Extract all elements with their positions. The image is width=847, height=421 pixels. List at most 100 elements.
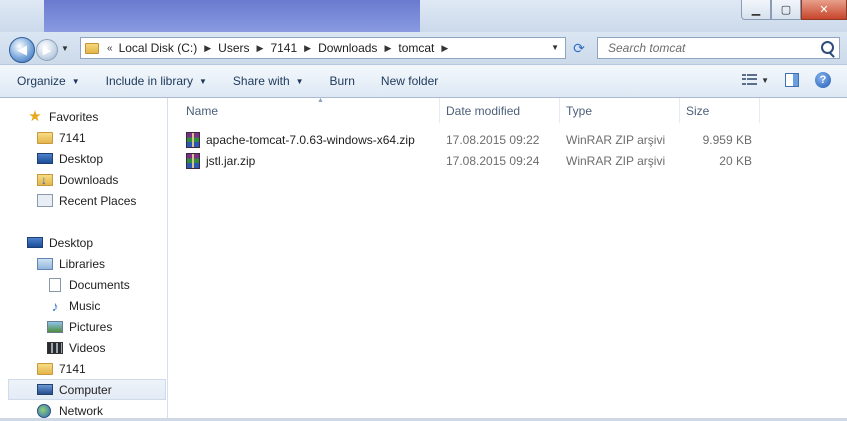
back-button[interactable]: ◀ bbox=[9, 37, 35, 63]
forward-button[interactable]: ▶ bbox=[36, 39, 58, 61]
new-folder-button[interactable]: New folder bbox=[372, 70, 447, 92]
chevron-down-icon: ▼ bbox=[295, 76, 304, 86]
nav-item-7141-root[interactable]: 7141 bbox=[37, 358, 166, 379]
refresh-icon[interactable]: ⟳ bbox=[568, 37, 590, 59]
search-input[interactable] bbox=[606, 40, 820, 56]
close-button[interactable]: ✕ bbox=[801, 0, 847, 20]
share-with-button[interactable]: Share with ▼ bbox=[224, 70, 313, 92]
nav-item-recent-places[interactable]: Recent Places bbox=[37, 190, 166, 211]
chevron-right-icon[interactable]: ▶ bbox=[257, 43, 264, 54]
file-name-cell[interactable]: jstl.jar.zip bbox=[186, 151, 255, 171]
pictures-icon bbox=[47, 320, 63, 333]
nav-item-label: Favorites bbox=[49, 109, 99, 124]
share-with-label: Share with bbox=[232, 74, 290, 88]
nav-item-downloads[interactable]: Downloads bbox=[37, 169, 166, 190]
file-size: 9.959 KB bbox=[702, 133, 752, 147]
nav-item-videos[interactable]: Videos bbox=[47, 337, 166, 358]
nav-item-7141[interactable]: 7141 bbox=[37, 127, 166, 148]
include-in-library-button[interactable]: Include in library ▼ bbox=[97, 70, 216, 92]
organize-label: Organize bbox=[17, 74, 66, 88]
search-box[interactable] bbox=[597, 37, 840, 59]
caption-buttons: ▁ ▢ ✕ bbox=[741, 0, 847, 20]
nav-item-label: Desktop bbox=[49, 235, 94, 250]
view-icon[interactable] bbox=[742, 74, 758, 86]
chevron-right-icon[interactable]: ▶ bbox=[384, 43, 391, 54]
breadcrumb-label[interactable]: tomcat bbox=[398, 41, 434, 55]
breadcrumb-label[interactable]: 7141 bbox=[270, 41, 297, 55]
title-bar: ▁ ▢ ✕ bbox=[0, 0, 847, 32]
star-icon: ★ bbox=[28, 107, 42, 125]
view-dropdown-icon[interactable]: ▼ bbox=[761, 76, 769, 85]
breadcrumb-label[interactable]: Downloads bbox=[318, 41, 377, 55]
breadcrumb-item[interactable]: Users ▶ bbox=[218, 41, 270, 55]
nav-item-label: Downloads bbox=[59, 172, 119, 187]
nav-item-label: Recent Places bbox=[59, 193, 137, 208]
file-row[interactable]: jstl.jar.zip 17.08.2015 09:24 WinRAR ZIP… bbox=[180, 151, 780, 171]
recent-pages-dropdown[interactable]: ▼ bbox=[61, 44, 69, 53]
nav-item-label: Desktop bbox=[59, 151, 104, 166]
nav-item-label: 7141 bbox=[59, 361, 86, 376]
nav-item-desktop[interactable]: Desktop bbox=[37, 148, 166, 169]
column-header-date-modified[interactable]: Date modified bbox=[440, 98, 560, 123]
downloads-icon bbox=[37, 173, 53, 187]
nav-item-desktop-root[interactable]: Desktop bbox=[27, 232, 166, 253]
breadcrumb-item[interactable]: 7141 ▶ bbox=[270, 41, 318, 55]
breadcrumb-label[interactable]: Users bbox=[218, 41, 249, 55]
file-row[interactable]: apache-tomcat-7.0.63-windows-x64.zip 17.… bbox=[180, 130, 780, 150]
nav-item-label: Pictures bbox=[69, 319, 113, 334]
toolbar-right: ▼ ? bbox=[742, 72, 831, 88]
file-name: jstl.jar.zip bbox=[206, 154, 256, 168]
breadcrumb-overflow[interactable]: « bbox=[107, 43, 113, 54]
file-name: apache-tomcat-7.0.63-windows-x64.zip bbox=[206, 133, 415, 147]
burn-button[interactable]: Burn bbox=[321, 70, 364, 92]
nav-item-favorites[interactable]: ★ Favorites bbox=[27, 106, 166, 127]
documents-icon bbox=[49, 277, 61, 292]
nav-item-label: Network bbox=[59, 403, 104, 418]
nav-item-label: Videos bbox=[69, 340, 106, 355]
nav-item-pictures[interactable]: Pictures bbox=[47, 316, 166, 337]
address-bar[interactable]: « Local Disk (C:) ▶ Users ▶ 7141 ▶ Download… bbox=[80, 37, 566, 59]
chevron-right-icon[interactable]: ▶ bbox=[204, 43, 211, 54]
breadcrumb-item[interactable]: Downloads ▶ bbox=[318, 41, 398, 55]
nav-item-label: 7141 bbox=[59, 130, 86, 145]
chevron-right-icon[interactable]: ▶ bbox=[441, 43, 448, 54]
breadcrumb-label[interactable]: Local Disk (C:) bbox=[119, 41, 198, 55]
file-date: 17.08.2015 09:24 bbox=[446, 154, 540, 168]
nav-item-documents[interactable]: Documents bbox=[47, 274, 166, 295]
chevron-down-icon: ▼ bbox=[199, 76, 207, 86]
search-icon[interactable] bbox=[821, 41, 834, 54]
column-header-size[interactable]: Size bbox=[680, 98, 760, 123]
winrar-zip-icon bbox=[186, 132, 200, 148]
address-dropdown-icon[interactable]: ▼ bbox=[551, 43, 559, 52]
computer-icon bbox=[37, 384, 53, 395]
videos-icon bbox=[47, 341, 63, 354]
file-type: WinRAR ZIP arşivi bbox=[566, 133, 666, 147]
breadcrumb-item[interactable]: Local Disk (C:) ▶ bbox=[119, 41, 219, 55]
nav-item-label: Documents bbox=[69, 277, 130, 292]
nav-item-label: Music bbox=[69, 298, 101, 313]
minimize-button[interactable]: ▁ bbox=[741, 0, 771, 20]
column-header-type[interactable]: Type bbox=[560, 98, 680, 123]
nav-item-libraries[interactable]: Libraries bbox=[37, 253, 166, 274]
network-icon bbox=[37, 403, 51, 418]
maximize-button[interactable]: ▢ bbox=[771, 0, 801, 20]
chevron-right-icon[interactable]: ▶ bbox=[304, 43, 311, 54]
file-date: 17.08.2015 09:22 bbox=[446, 133, 540, 147]
file-name-cell[interactable]: apache-tomcat-7.0.63-windows-x64.zip bbox=[186, 130, 415, 150]
help-icon[interactable]: ? bbox=[815, 72, 831, 88]
column-label: Date modified bbox=[446, 103, 521, 118]
title-bar-glass bbox=[44, 0, 420, 32]
sort-ascending-icon: ▲ bbox=[317, 97, 324, 104]
organize-button[interactable]: Organize ▼ bbox=[8, 70, 89, 92]
libraries-icon bbox=[37, 257, 53, 270]
column-header-name[interactable]: Name ▲ bbox=[180, 97, 440, 123]
column-label: Name bbox=[186, 103, 219, 118]
new-folder-label: New folder bbox=[380, 74, 439, 88]
column-label: Size bbox=[686, 103, 710, 118]
nav-item-computer[interactable]: Computer bbox=[8, 379, 166, 400]
command-toolbar: Organize ▼ Include in library ▼ Share with… bbox=[0, 64, 847, 98]
include-in-library-label: Include in library bbox=[105, 74, 193, 88]
breadcrumb-item[interactable]: tomcat ▶ bbox=[398, 41, 455, 55]
nav-item-music[interactable]: ♪ Music bbox=[47, 295, 166, 316]
preview-pane-icon[interactable] bbox=[785, 73, 799, 87]
